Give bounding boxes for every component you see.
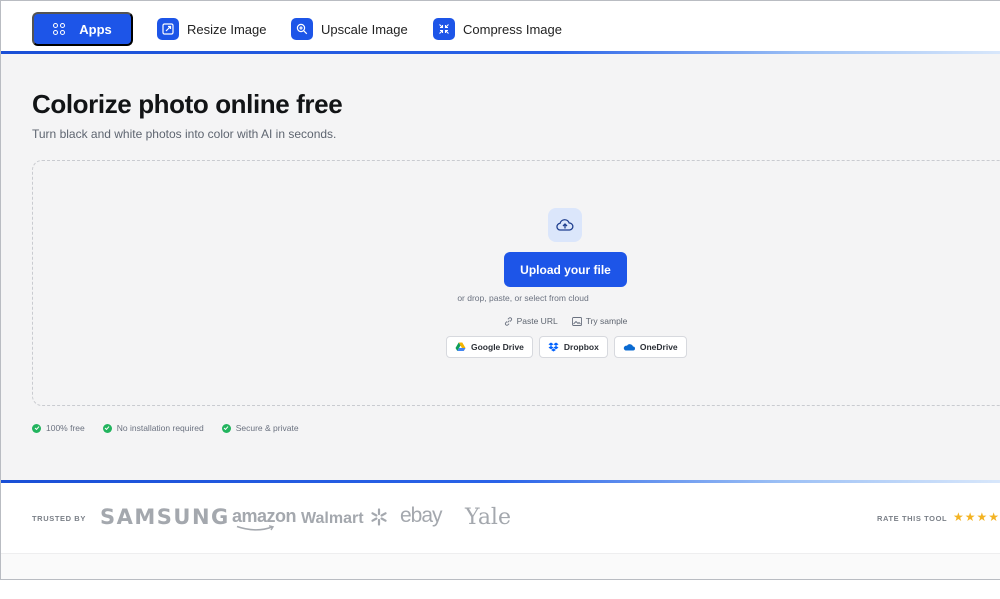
walmart-spark-icon — [371, 508, 387, 526]
amazon-logo: amazon — [232, 506, 297, 531]
yale-logo: Yale — [465, 505, 511, 530]
compress-icon — [433, 18, 455, 40]
samsung-logo: SAMSUNG — [100, 505, 230, 529]
feature-label: No installation required — [116, 423, 204, 433]
nav-resize-image[interactable]: Resize Image — [157, 18, 266, 40]
feature-label: Secure & private — [235, 423, 299, 433]
ebay-logo: ebay — [400, 504, 443, 527]
check-icon — [32, 423, 41, 433]
onedrive-button[interactable]: OneDrive — [613, 336, 687, 358]
upload-file-button[interactable]: Upload your file — [504, 252, 627, 287]
upload-hint: or drop, paste, or select from cloud — [457, 293, 589, 303]
resize-icon — [157, 18, 179, 40]
try-sample-link[interactable]: Try sample — [571, 316, 628, 326]
rate-tool-label: RATE THIS TOOL — [877, 514, 948, 523]
paste-url-label: Paste URL — [516, 316, 558, 326]
onedrive-label: OneDrive — [639, 342, 678, 352]
apps-grid-icon — [53, 23, 66, 35]
cloud-sources: Google Drive Dropbox OneDrive — [446, 336, 687, 358]
cloud-upload-icon — [548, 208, 582, 242]
page-subtitle: Turn black and white photos into color w… — [32, 127, 337, 141]
paste-url-link[interactable]: Paste URL — [504, 316, 558, 326]
nav-resize-label: Resize Image — [187, 21, 267, 37]
app-frame: Apps Resize Image Upscale Image Compress… — [0, 0, 1000, 580]
try-sample-label: Try sample — [585, 316, 628, 326]
page-title: Colorize photo online free — [32, 89, 343, 119]
dropbox-button[interactable]: Dropbox — [538, 336, 608, 358]
trusted-bar: TRUSTED BY SAMSUNG amazon Walmart ebay Y… — [1, 483, 1000, 553]
trusted-label: TRUSTED BY — [32, 514, 86, 523]
page-bottom — [1, 553, 1000, 579]
feature-item: 100% free — [32, 423, 85, 433]
walmart-logo: Walmart — [301, 508, 388, 528]
nav-compress-image[interactable]: Compress Image — [433, 18, 562, 40]
nav-upscale-label: Upscale Image — [321, 21, 408, 37]
google-drive-button[interactable]: Google Drive — [446, 336, 533, 358]
feature-label: 100% free — [46, 423, 85, 433]
apps-label: Apps — [79, 21, 112, 37]
zoom-in-icon — [291, 18, 313, 40]
onedrive-icon — [623, 344, 635, 351]
check-icon — [102, 423, 112, 433]
nav-compress-label: Compress Image — [463, 21, 562, 37]
image-icon — [571, 316, 582, 326]
top-nav: Apps Resize Image Upscale Image Compress… — [1, 1, 1000, 54]
feature-list: 100% free No installation required Secur… — [32, 423, 299, 433]
upload-dropzone[interactable]: Upload your file or drop, paste, or sele… — [32, 160, 1000, 406]
apps-button[interactable]: Apps — [32, 12, 133, 46]
check-icon — [221, 423, 231, 433]
dropbox-icon — [548, 342, 559, 352]
feature-item: Secure & private — [221, 423, 299, 433]
upload-links: Paste URL Try sample — [33, 316, 1000, 326]
link-icon — [504, 316, 512, 326]
google-drive-icon — [455, 342, 466, 351]
rating-stars[interactable]: ★★★★★ — [953, 510, 1000, 524]
feature-item: No installation required — [102, 423, 204, 433]
dropbox-label: Dropbox — [563, 342, 599, 352]
nav-upscale-image[interactable]: Upscale Image — [291, 18, 408, 40]
google-drive-label: Google Drive — [471, 342, 524, 352]
hero-section: Colorize photo online free Turn black an… — [1, 54, 1000, 481]
amazon-smile-icon — [236, 525, 275, 531]
